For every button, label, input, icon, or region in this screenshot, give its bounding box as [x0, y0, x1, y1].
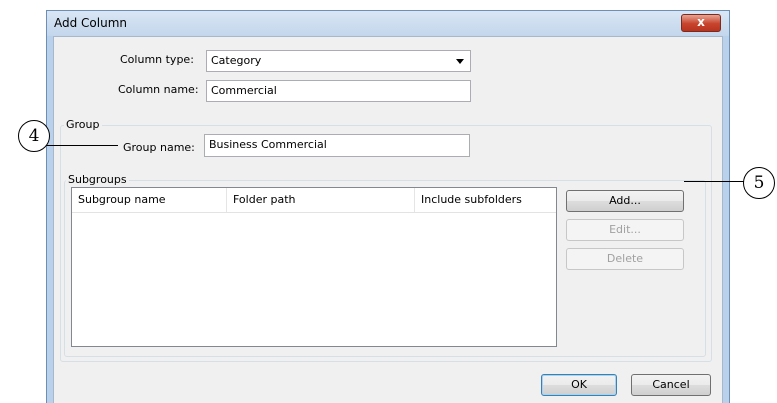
group-name-label: Group name:	[123, 141, 195, 154]
column-name-label: Column name:	[118, 83, 199, 96]
column-name-input[interactable]: Commercial	[206, 80, 471, 102]
list-header: Subgroup name Folder path Include subfol…	[72, 188, 556, 213]
subgroups-title: Subgroups	[66, 173, 129, 186]
column-header-folder-path[interactable]: Folder path	[227, 188, 415, 212]
edit-subgroup-button[interactable]: Edit...	[566, 219, 684, 241]
ok-button[interactable]: OK	[541, 374, 617, 396]
close-button[interactable]: x	[681, 14, 721, 32]
column-type-label: Column type:	[120, 53, 194, 66]
add-column-dialog: Add Column x Column type: Category Colum…	[46, 10, 730, 403]
subgroups-list[interactable]: Subgroup name Folder path Include subfol…	[71, 187, 557, 347]
chevron-down-icon	[456, 59, 464, 64]
title-bar[interactable]: Add Column x	[47, 11, 729, 36]
add-subgroup-button[interactable]: Add...	[566, 190, 684, 212]
column-header-subgroup-name[interactable]: Subgroup name	[72, 188, 227, 212]
close-icon: x	[697, 15, 705, 29]
callout-4: 4	[18, 120, 50, 152]
column-name-value: Commercial	[211, 84, 277, 97]
group-name-input[interactable]: Business Commercial	[204, 134, 470, 157]
callout-5: 5	[743, 167, 775, 199]
column-type-value: Category	[211, 54, 262, 67]
column-type-select[interactable]: Category	[206, 50, 471, 72]
delete-subgroup-button[interactable]: Delete	[566, 248, 684, 270]
cancel-button[interactable]: Cancel	[631, 374, 711, 396]
dialog-body: Column type: Category Column name: Comme…	[53, 36, 723, 403]
group-name-value: Business Commercial	[209, 138, 327, 151]
column-header-include-subfolders[interactable]: Include subfolders	[415, 188, 556, 212]
group-title: Group	[64, 118, 102, 131]
dialog-title: Add Column	[54, 16, 128, 30]
